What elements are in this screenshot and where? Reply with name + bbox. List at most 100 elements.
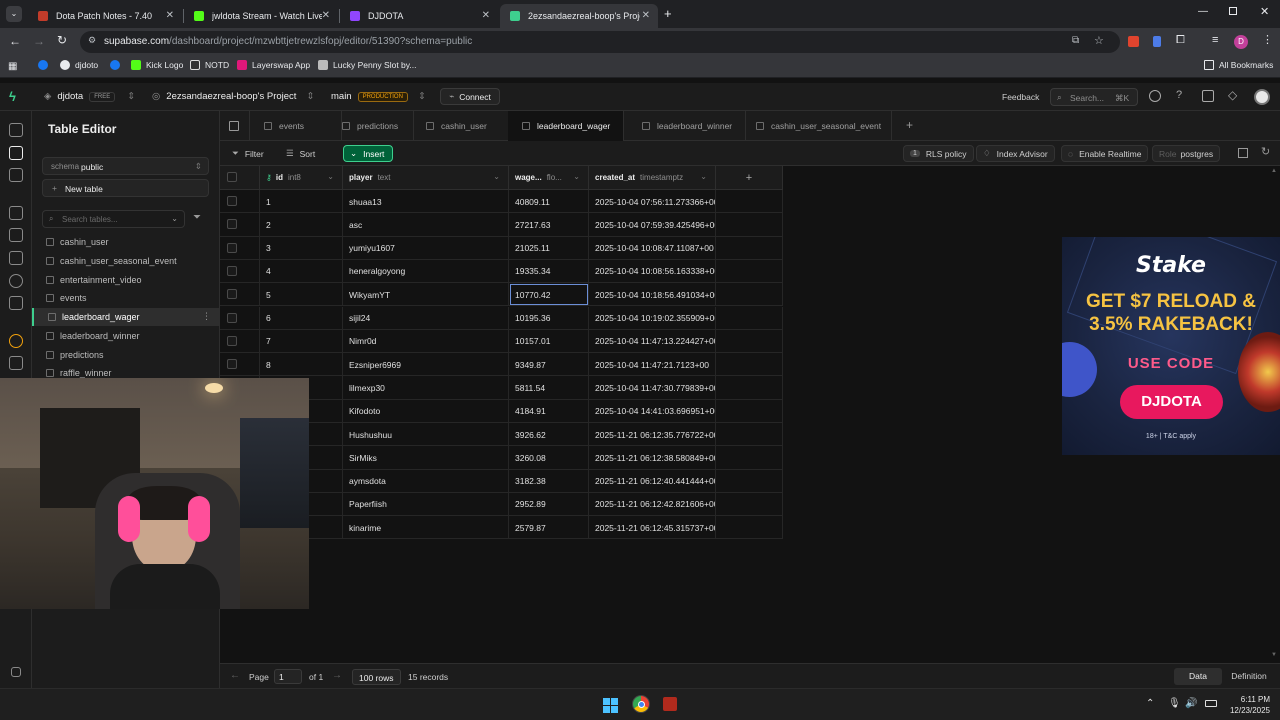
site-info-icon[interactable]: ⚙ <box>88 35 96 46</box>
insert-button[interactable]: ⌄ Insert <box>343 145 393 162</box>
dota-taskbar-icon[interactable] <box>663 697 677 711</box>
sidebar-item-cashin-user[interactable]: cashin_user <box>32 233 219 251</box>
more-options-icon[interactable]: ⋮ <box>202 311 211 322</box>
cell-created-at[interactable]: 2025-11-21 06:12:35.776722+00 <box>589 423 716 446</box>
schema-selector[interactable]: schema public ⇕ <box>42 157 209 175</box>
project-selector[interactable]: ◎ 2ezsandaezreal-boop's Project ⇕ <box>152 91 314 102</box>
cell-id[interactable]: 3 <box>260 236 343 260</box>
bookmark-star-icon[interactable]: ☆ <box>1094 34 1104 47</box>
table-row[interactable]: 4 heneralgoyong 19335.34 2025-10-04 10:08:5… <box>220 259 783 284</box>
chrome-menu-icon[interactable]: ⋮ <box>1262 33 1273 46</box>
bookmark-kick-logo[interactable]: Kick Logo <box>131 60 183 70</box>
table-row[interactable]: 8 Ezsniper6969 9349.87 2025-10-04 11:47:21.… <box>220 353 783 377</box>
column-header-wager[interactable]: wage... flo... ⌄ <box>509 166 589 190</box>
previous-page-icon[interactable]: ← <box>230 670 240 681</box>
table-row[interactable]: 3 yumiyu1607 21025.11 2025-10-04 10:08:47.1… <box>220 236 783 260</box>
extension-shield-icon[interactable] <box>1153 36 1161 47</box>
table-row[interactable]: 2 asc 27217.63 2025-10-04 07:59:39.425496+0… <box>220 213 783 237</box>
tab-leaderboard-wager[interactable]: leaderboard_wager <box>508 111 624 141</box>
tab-predictions[interactable]: predictions <box>328 111 414 141</box>
column-header-player[interactable]: player text ⌄ <box>343 166 509 190</box>
sidebar-item-predictions[interactable]: predictions <box>32 346 219 364</box>
home-icon[interactable] <box>9 123 23 137</box>
enable-realtime-button[interactable]: ◌ Enable Realtime <box>1061 145 1149 162</box>
close-tab-icon[interactable]: ✕ <box>166 10 174 21</box>
cell-player[interactable]: Hushushuu <box>343 423 509 446</box>
database-icon[interactable] <box>9 206 23 220</box>
cell-player[interactable]: Paperfiish <box>343 492 509 516</box>
select-all-checkbox[interactable] <box>227 172 237 182</box>
cell-player[interactable]: Ezsniper6969 <box>343 353 509 377</box>
new-table-button[interactable]: + New table <box>42 179 209 197</box>
cell-player[interactable]: aymsdota <box>343 469 509 493</box>
browser-tab-djdota[interactable]: DJDOTA ✕ <box>340 4 498 28</box>
new-tab-button[interactable]: + <box>664 6 672 21</box>
cell-created-at[interactable]: 2025-10-04 11:47:21.7123+00 <box>589 353 716 377</box>
chevron-down-icon[interactable]: ⌄ <box>700 172 707 181</box>
role-selector[interactable]: Role postgres <box>1152 145 1221 162</box>
close-tab-icon[interactable]: ✕ <box>482 10 490 21</box>
sidebar-item-entertainment-video[interactable]: entertainment_video <box>32 271 219 289</box>
cell-player[interactable]: Nimr0d <box>343 329 509 353</box>
bookmark-notd[interactable]: NOTD <box>190 60 229 70</box>
row-checkbox[interactable] <box>227 359 237 370</box>
index-advisor-button[interactable]: ♢ Index Advisor <box>976 145 1055 162</box>
tab-data[interactable]: Data <box>1174 668 1222 685</box>
cell-player[interactable]: yumiyu1607 <box>343 236 509 260</box>
cell-wager[interactable]: 2579.87 <box>509 516 589 540</box>
storage-icon[interactable] <box>9 251 23 265</box>
scroll-down-icon[interactable]: ▼ <box>1271 652 1277 658</box>
diamond-icon[interactable]: ◇ <box>1228 88 1237 102</box>
feedback-button[interactable]: Feedback <box>1002 92 1039 102</box>
reload-icon[interactable]: ↻ <box>57 33 67 47</box>
cell-wager[interactable]: 2952.89 <box>509 492 589 516</box>
sort-button[interactable]: ☰ Sort <box>280 145 321 162</box>
battery-icon[interactable] <box>1205 700 1217 707</box>
table-row[interactable]: 7 Nimr0d 10157.01 2025-10-04 11:47:13.22442… <box>220 329 783 354</box>
cell-wager[interactable]: 3182.38 <box>509 469 589 493</box>
collapse-sidebar-icon[interactable] <box>11 667 21 677</box>
stake-advertisement[interactable]: Stake GET $7 RELOAD & 3.5% RAKEBACK! USE… <box>1062 237 1280 455</box>
cell-player[interactable]: SirMiks <box>343 446 509 470</box>
cell-player[interactable]: sijil24 <box>343 306 509 330</box>
address-bar[interactable]: ⚙ supabase.com/dashboard/project/mzwbttj… <box>80 31 1120 53</box>
row-checkbox[interactable] <box>227 312 237 323</box>
cell-created-at[interactable]: 2025-10-04 07:56:11.273366+00 <box>589 190 716 213</box>
tab-search-button[interactable]: ⌄ <box>6 6 22 22</box>
cell-player[interactable]: kinarime <box>343 516 509 540</box>
row-checkbox[interactable] <box>227 265 237 276</box>
cell-created-at[interactable]: 2025-10-04 10:08:56.163338+00 <box>589 259 716 283</box>
extension-icon[interactable] <box>1128 36 1139 47</box>
cell-id[interactable]: 8 <box>260 353 343 377</box>
reports-icon[interactable] <box>9 356 23 370</box>
realtime-icon[interactable] <box>9 274 23 288</box>
microphone-icon[interactable]: 🎙 <box>1168 698 1181 709</box>
bookmark-lucky-penny[interactable]: Lucky Penny Slot by... <box>318 60 416 70</box>
page-number-input[interactable]: 1 <box>274 669 302 684</box>
browser-tab-kick-stream[interactable]: jwldota Stream - Watch Live on ✕ <box>184 4 338 28</box>
cell-created-at[interactable]: 2025-11-21 06:12:40.441444+00 <box>589 469 716 493</box>
cell-created-at[interactable]: 2025-11-21 06:12:42.821606+00 <box>589 492 716 516</box>
cell-wager[interactable]: 9349.87 <box>509 353 589 377</box>
search-box[interactable]: ⌕ Search... ⌘K <box>1050 88 1138 106</box>
chevron-down-icon[interactable]: ⌄ <box>493 172 500 181</box>
bookmark-layerswap[interactable]: Layerswap App <box>237 60 310 70</box>
filter-button[interactable]: ⏷ Filter <box>226 145 270 162</box>
cell-created-at[interactable]: 2025-10-04 10:08:47.11087+00 <box>589 236 716 260</box>
row-checkbox[interactable] <box>227 335 237 346</box>
next-page-icon[interactable]: → <box>332 670 342 681</box>
cell-created-at[interactable]: 2025-10-04 10:19:02.355909+00 <box>589 306 716 330</box>
cell-created-at[interactable]: 2025-10-04 11:47:13.224427+00 <box>589 329 716 353</box>
row-checkbox[interactable] <box>227 289 237 300</box>
column-header-created-at[interactable]: created_at timestamptz ⌄ <box>589 166 716 190</box>
supabase-logo-icon[interactable]: ϟ <box>9 89 16 104</box>
help-icon[interactable] <box>1149 90 1161 102</box>
table-row[interactable]: 6 sijil24 10195.36 2025-10-04 10:19:02.3559… <box>220 306 783 330</box>
advisor-icon[interactable]: ? <box>1176 89 1182 101</box>
cell-player[interactable]: lilmexp30 <box>343 376 509 400</box>
cell-player[interactable]: Kifodoto <box>343 399 509 423</box>
row-checkbox[interactable] <box>227 219 237 230</box>
table-editor-icon[interactable] <box>9 146 23 160</box>
minimize-window-icon[interactable]: — <box>1198 6 1208 17</box>
back-icon[interactable]: ← <box>9 34 21 48</box>
